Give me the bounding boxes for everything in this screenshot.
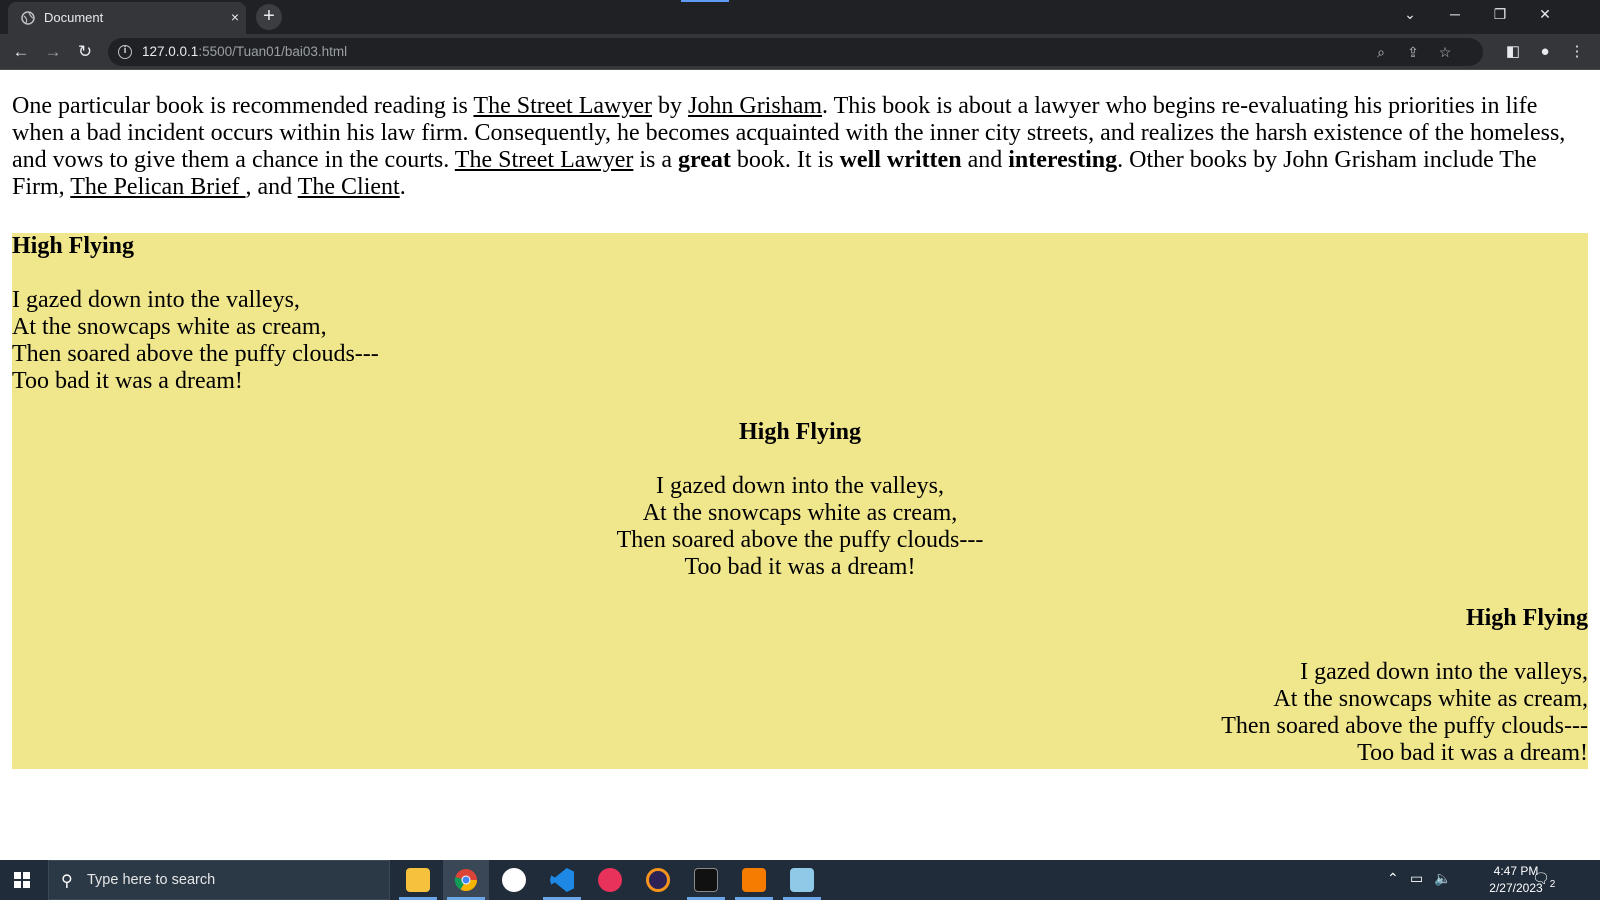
- browser-toolbar: ← → ↻ i 127.0.0.1:5500/Tuan01/bai03.html…: [0, 34, 1600, 70]
- terminal-icon[interactable]: [683, 860, 729, 900]
- globe-icon: [21, 11, 35, 25]
- bold-interesting: interesting: [1008, 147, 1118, 173]
- app-w-icon[interactable]: [491, 860, 537, 900]
- poem-line: Then soared above the puffy clouds---: [12, 341, 379, 367]
- poem-section: High Flying I gazed down into the valley…: [12, 233, 1588, 769]
- share-icon[interactable]: ⇪: [1404, 43, 1422, 61]
- text: and: [961, 147, 1009, 173]
- poem-line: At the snowcaps white as cream,: [12, 314, 327, 340]
- windows-start-icon[interactable]: [14, 872, 30, 888]
- link-pelican-brief[interactable]: The Pelican Brief: [70, 174, 245, 200]
- tab-search-chevron-icon[interactable]: ⌄: [1400, 6, 1420, 23]
- poem-line: I gazed down into the valleys,: [656, 473, 944, 499]
- file-explorer-icon[interactable]: [395, 860, 441, 900]
- text: , and: [245, 174, 298, 200]
- tab-document[interactable]: Document ×: [8, 2, 246, 34]
- notepad-icon[interactable]: [779, 860, 825, 900]
- poem-line: Too bad it was a dream!: [684, 554, 916, 580]
- poem-line: At the snowcaps white as cream,: [1273, 686, 1588, 712]
- site-info-icon[interactable]: i: [118, 45, 132, 59]
- poem-line: Then soared above the puffy clouds---: [616, 527, 984, 553]
- minimize-icon[interactable]: ─: [1445, 6, 1465, 22]
- url-host: 127.0.0.1: [142, 44, 199, 59]
- pdf-icon[interactable]: [731, 860, 777, 900]
- url-text[interactable]: 127.0.0.1:5500/Tuan01/bai03.html: [142, 44, 347, 59]
- profile-avatar-icon[interactable]: ●: [1535, 42, 1555, 62]
- text: is a: [633, 147, 679, 173]
- poem-line: Too bad it was a dream!: [12, 368, 243, 394]
- poem-left: High Flying I gazed down into the valley…: [12, 233, 1588, 395]
- menu-kebab-icon[interactable]: ⋮: [1567, 42, 1587, 62]
- notification-count: 2: [1549, 878, 1556, 890]
- windows-taskbar: ⚲ Type here to search ⌃ ▭ 🔈 4:47 PM 2/27…: [0, 860, 1600, 900]
- eclipse-icon[interactable]: [635, 860, 681, 900]
- zoom-icon[interactable]: ⌕: [1372, 43, 1390, 61]
- bold-great: great: [678, 147, 731, 173]
- browser-tab-bar: Document × + ⌄ ─ ❐ ✕: [0, 0, 1600, 34]
- vscode-icon[interactable]: [539, 860, 585, 900]
- link-the-client[interactable]: The Client: [298, 174, 400, 200]
- page-content: One particular book is recommended readi…: [0, 71, 1600, 860]
- reload-icon[interactable]: ↻: [75, 42, 95, 62]
- poem-line: I gazed down into the valleys,: [1300, 659, 1588, 685]
- side-panel-icon[interactable]: ◧: [1503, 42, 1523, 62]
- close-window-icon[interactable]: ✕: [1535, 6, 1555, 23]
- poem-line: At the snowcaps white as cream,: [642, 500, 958, 526]
- search-placeholder: Type here to search: [87, 872, 216, 888]
- link-street-lawyer-2[interactable]: The Street Lawyer: [455, 147, 634, 173]
- poem-right: High Flying I gazed down into the valley…: [12, 605, 1588, 767]
- link-street-lawyer[interactable]: The Street Lawyer: [473, 93, 652, 119]
- back-arrow-icon[interactable]: ←: [11, 42, 31, 62]
- restore-icon[interactable]: ❐: [1490, 6, 1510, 23]
- app-oo-icon[interactable]: [587, 860, 633, 900]
- poem-center: High Flying I gazed down into the valley…: [12, 419, 1588, 581]
- text: by: [652, 93, 689, 119]
- poem-line: Then soared above the puffy clouds---: [1221, 713, 1588, 739]
- notifications-icon[interactable]: 🗨2: [1532, 870, 1555, 890]
- bold-well-written: well written: [839, 147, 962, 173]
- text: book. It is: [730, 147, 840, 173]
- text: One particular book is recommended readi…: [12, 93, 474, 119]
- close-tab-icon[interactable]: ×: [226, 9, 244, 25]
- url-path: :5500/Tuan01/bai03.html: [198, 44, 348, 59]
- poem-title: High Flying: [1465, 605, 1588, 631]
- text: .: [399, 174, 406, 200]
- book-paragraph: One particular book is recommended readi…: [12, 93, 1588, 201]
- search-icon: ⚲: [61, 873, 73, 890]
- network-icon[interactable]: ▭: [1410, 870, 1423, 887]
- address-bar[interactable]: i 127.0.0.1:5500/Tuan01/bai03.html ⌕ ⇪ ☆: [108, 38, 1483, 66]
- tab-indicator: [681, 0, 729, 2]
- taskbar-search-box[interactable]: ⚲ Type here to search: [48, 860, 390, 900]
- link-john-grisham[interactable]: John Grisham: [688, 93, 822, 119]
- new-tab-button[interactable]: +: [256, 4, 282, 30]
- poem-title: High Flying: [12, 233, 135, 259]
- tab-title: Document: [44, 10, 104, 25]
- poem-line: I gazed down into the valleys,: [12, 287, 300, 313]
- poem-title: High Flying: [738, 419, 862, 445]
- chrome-icon[interactable]: [443, 860, 489, 900]
- bookmark-star-icon[interactable]: ☆: [1436, 43, 1454, 61]
- poem-line: Too bad it was a dream!: [1357, 740, 1588, 766]
- volume-muted-icon[interactable]: 🔈: [1434, 870, 1451, 887]
- forward-arrow-icon[interactable]: →: [43, 42, 63, 62]
- chevron-up-icon[interactable]: ⌃: [1387, 870, 1399, 887]
